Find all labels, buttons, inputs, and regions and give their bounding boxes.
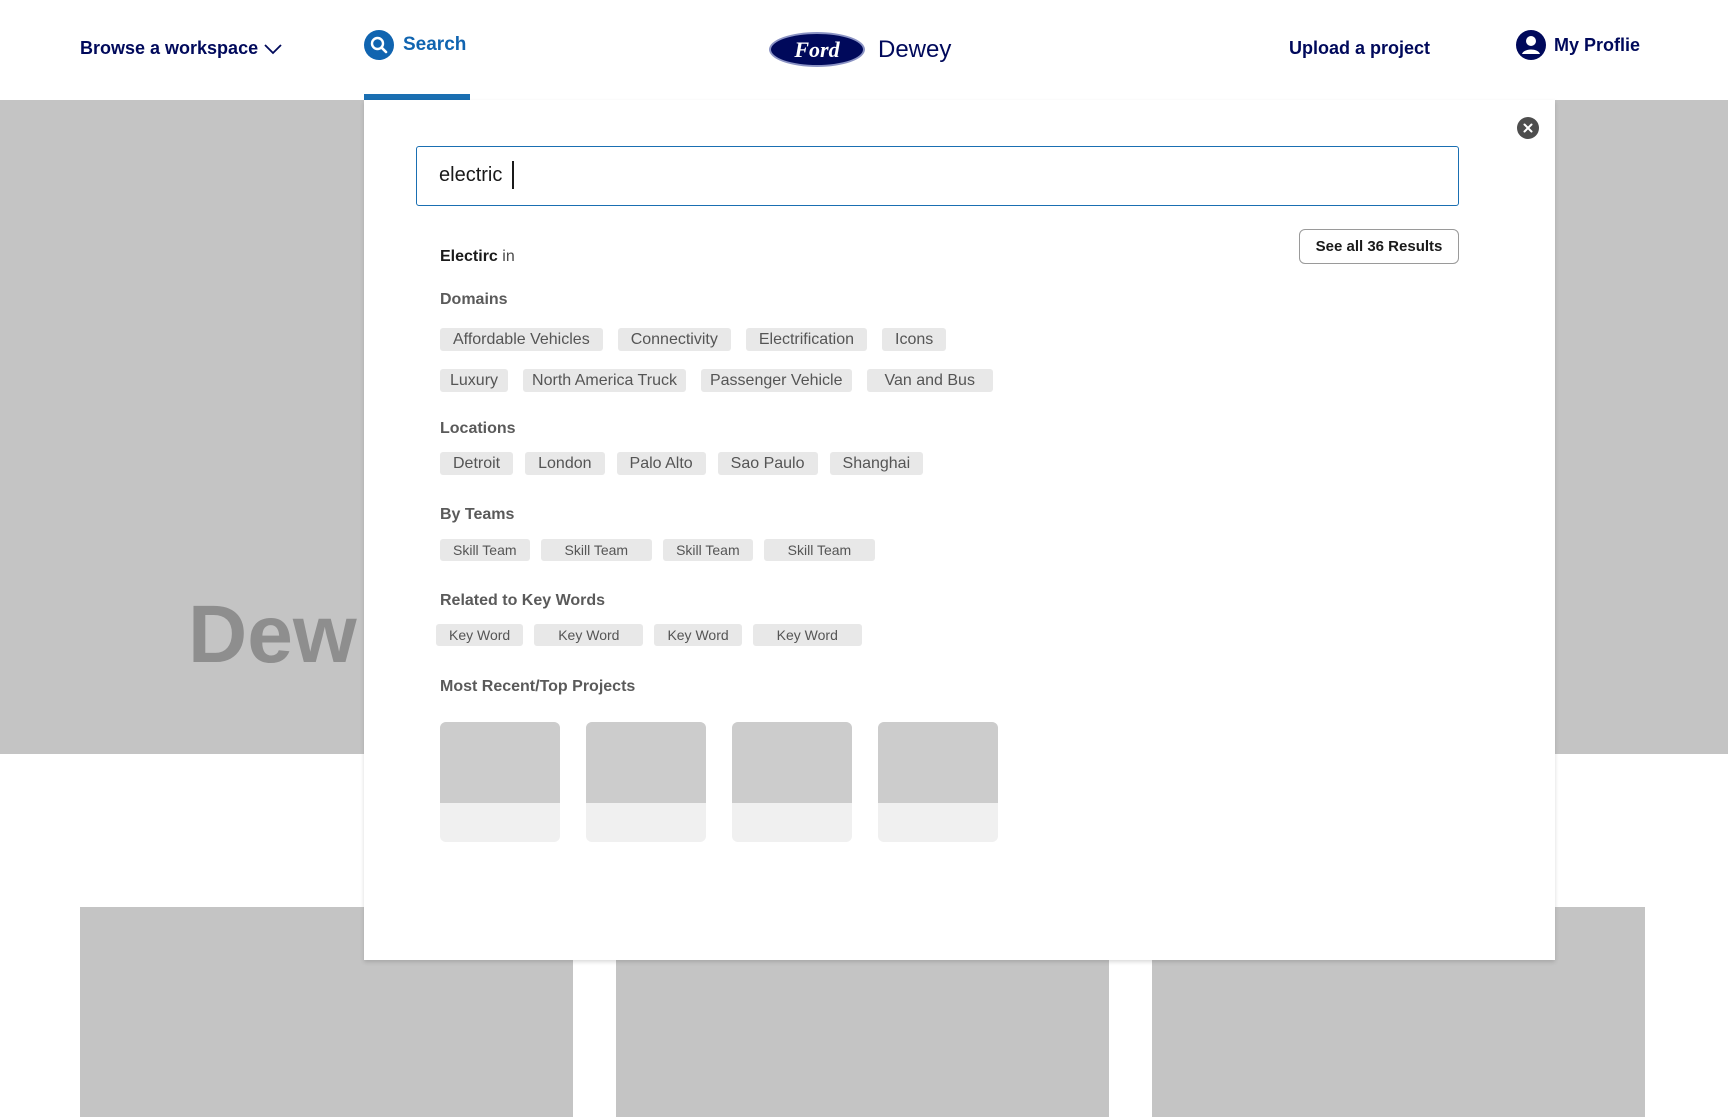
location-chip[interactable]: Palo Alto bbox=[616, 452, 706, 475]
project-thumbnail bbox=[878, 722, 998, 803]
project-thumbnail bbox=[586, 722, 706, 803]
projects-label: Most Recent/Top Projects bbox=[440, 678, 636, 695]
team-chip[interactable]: Skill Team bbox=[540, 539, 653, 561]
domain-chip[interactable]: North America Truck bbox=[523, 369, 686, 392]
hero-title: Dew bbox=[188, 589, 357, 680]
keyword-chip[interactable]: Key Word bbox=[654, 624, 742, 646]
browse-workspace-dropdown[interactable]: Browse a workspace bbox=[80, 38, 282, 59]
results-heading: Electirc in bbox=[440, 248, 515, 266]
domains-label: Domains bbox=[440, 291, 508, 308]
project-card[interactable] bbox=[732, 722, 852, 842]
my-profile-label: My Proflie bbox=[1554, 34, 1641, 55]
keywords-label: Related to Key Words bbox=[440, 592, 606, 609]
domain-chip[interactable]: Luxury bbox=[440, 369, 509, 392]
domain-chip[interactable]: Van and Bus bbox=[866, 369, 993, 392]
project-card[interactable] bbox=[878, 722, 998, 842]
browse-workspace-label: Browse a workspace bbox=[80, 38, 259, 58]
upload-project-link[interactable]: Upload a project bbox=[1289, 38, 1430, 59]
locations-row: Detroit London Palo Alto Sao Paulo Shang… bbox=[440, 452, 924, 475]
projects-row bbox=[440, 722, 998, 842]
search-icon bbox=[364, 30, 394, 60]
keywords-row: Key Word Key Word Key Word Key Word bbox=[436, 624, 862, 646]
team-chip[interactable]: Skill Team bbox=[663, 539, 753, 561]
location-chip[interactable]: London bbox=[525, 452, 605, 475]
search-tab-label: Search bbox=[403, 34, 467, 55]
search-tab[interactable]: Search bbox=[364, 30, 466, 60]
project-thumbnail bbox=[440, 722, 560, 803]
domain-chip[interactable]: Electrification bbox=[745, 328, 867, 351]
keyword-chip[interactable]: Key Word bbox=[534, 624, 644, 646]
brand-name: Dewey bbox=[878, 35, 952, 63]
see-all-results-button[interactable]: See all 36 Results bbox=[1299, 229, 1459, 264]
user-avatar-icon bbox=[1516, 30, 1546, 60]
results-term: Electirc bbox=[440, 248, 498, 265]
domain-chip[interactable]: Affordable Vehicles bbox=[440, 328, 603, 351]
project-thumbnail bbox=[732, 722, 852, 803]
close-icon bbox=[1523, 123, 1533, 133]
chevron-down-icon bbox=[264, 43, 282, 54]
team-chip[interactable]: Skill Team bbox=[440, 539, 530, 561]
project-card[interactable] bbox=[440, 722, 560, 842]
locations-label: Locations bbox=[440, 420, 516, 437]
ford-logo-text: Ford bbox=[794, 36, 840, 62]
my-profile-link[interactable]: My Proflie bbox=[1516, 30, 1640, 60]
teams-label: By Teams bbox=[440, 506, 515, 523]
close-button[interactable] bbox=[1517, 117, 1539, 139]
teams-row: Skill Team Skill Team Skill Team Skill T… bbox=[440, 539, 876, 561]
top-nav: Browse a workspace Search Ford Dewey Upl… bbox=[0, 0, 1728, 100]
text-caret bbox=[512, 161, 514, 189]
location-chip[interactable]: Shanghai bbox=[829, 452, 924, 475]
domains-row-1: Affordable Vehicles Connectivity Electri… bbox=[440, 328, 947, 351]
search-box[interactable] bbox=[416, 146, 1459, 206]
domain-chip[interactable]: Icons bbox=[882, 328, 947, 351]
keyword-chip[interactable]: Key Word bbox=[436, 624, 524, 646]
location-chip[interactable]: Detroit bbox=[440, 452, 514, 475]
domain-chip[interactable]: Passenger Vehicle bbox=[700, 369, 852, 392]
domains-row-2: Luxury North America Truck Passenger Veh… bbox=[440, 369, 993, 392]
domain-chip[interactable]: Connectivity bbox=[617, 328, 731, 351]
keyword-chip[interactable]: Key Word bbox=[752, 624, 862, 646]
results-suffix: in bbox=[502, 248, 515, 265]
project-card[interactable] bbox=[586, 722, 706, 842]
team-chip[interactable]: Skill Team bbox=[763, 539, 876, 561]
ford-logo: Ford bbox=[769, 32, 865, 67]
search-panel: See all 36 Results Electirc in Domains A… bbox=[364, 100, 1555, 960]
brand-logo[interactable]: Ford Dewey bbox=[769, 32, 951, 67]
search-input[interactable] bbox=[439, 160, 1419, 190]
location-chip[interactable]: Sao Paulo bbox=[717, 452, 818, 475]
